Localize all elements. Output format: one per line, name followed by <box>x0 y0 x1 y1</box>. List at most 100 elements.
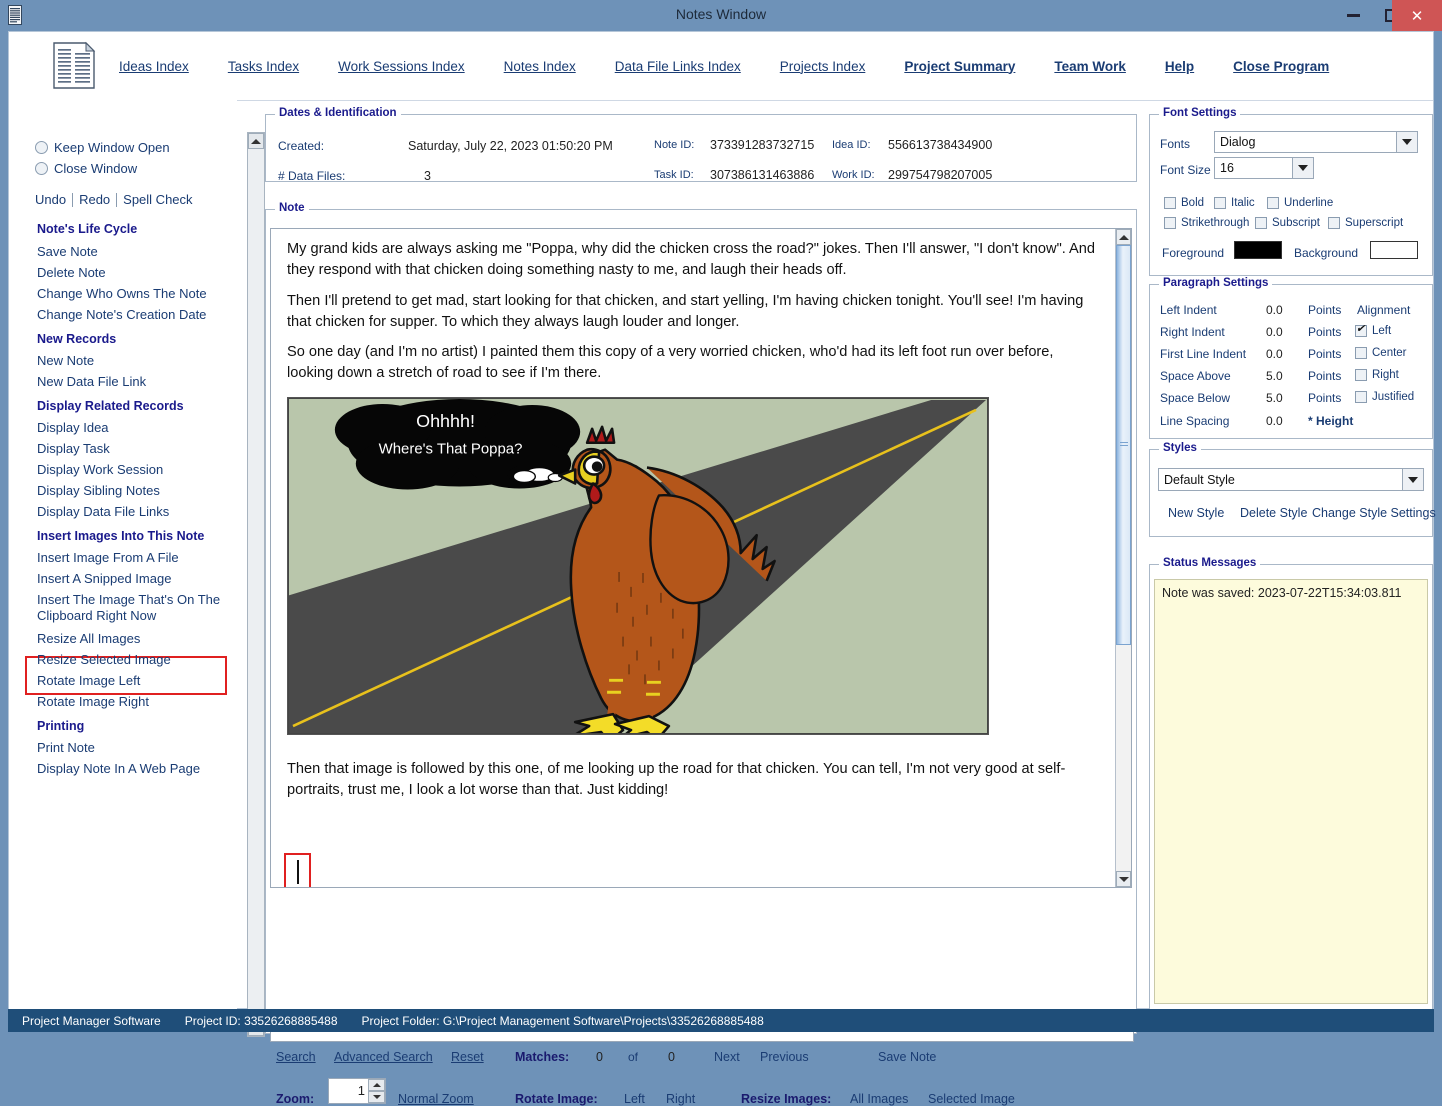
fonts-combo-button[interactable] <box>1396 132 1417 152</box>
nav-item-work-sessions-index[interactable]: Work Sessions Index <box>338 59 465 74</box>
edit-actions-row: Undo Redo Spell Check <box>35 192 199 207</box>
checkbox-underline[interactable]: Underline <box>1267 197 1333 209</box>
fonts-label: Fonts <box>1160 137 1191 151</box>
sidebar-item-save-note[interactable]: Save Note <box>37 244 98 259</box>
sidebar-heading-display-related-records: Display Related Records <box>37 399 184 413</box>
rotate-left-button[interactable]: Left <box>624 1092 645 1106</box>
radio-keep-window-open[interactable]: Keep Window Open <box>35 140 170 155</box>
note-closing-paragraph: Then that image is followed by this one,… <box>287 761 1066 798</box>
sidebar-item-new-note[interactable]: New Note <box>37 353 94 368</box>
worried-chicken-illustration[interactable]: Ohhhh! Where's That Poppa? <box>287 397 989 735</box>
fonts-combo[interactable]: Dialog <box>1214 131 1418 153</box>
note-text-editor[interactable]: My grand kids are always asking me "Popp… <box>270 228 1132 888</box>
radio-close-window[interactable]: Close Window <box>35 161 137 176</box>
sidebar-item-display-work-session[interactable]: Display Work Session <box>37 462 163 477</box>
window-vertical-scrollbar[interactable] <box>247 132 265 1037</box>
new-style-button[interactable]: New Style <box>1168 506 1224 520</box>
zoom-decrease-button[interactable] <box>368 1091 385 1103</box>
sidebar-item-change-who-owns-the-note[interactable]: Change Who Owns The Note <box>37 286 207 301</box>
sidebar-item-rotate-image-right[interactable]: Rotate Image Right <box>37 694 149 709</box>
zoom-stepper-buttons[interactable] <box>368 1079 385 1103</box>
note-scrollbar-thumb[interactable] <box>1116 245 1131 645</box>
checkbox-strikethrough[interactable]: Strikethrough <box>1164 217 1249 229</box>
previous-button[interactable]: Previous <box>760 1050 809 1064</box>
sidebar-item-new-data-file-link[interactable]: New Data File Link <box>37 374 146 389</box>
reset-button[interactable]: Reset <box>451 1050 484 1064</box>
alignment-justified[interactable]: Justified <box>1355 391 1414 403</box>
sidebar-item-insert-clipboard-image[interactable]: Insert The Image That's On The Clipboard… <box>37 592 223 624</box>
resize-images-label: Resize Images: <box>741 1092 832 1106</box>
zoom-increase-button[interactable] <box>368 1079 385 1091</box>
save-note-button[interactable]: Save Note <box>878 1050 936 1064</box>
delete-style-button[interactable]: Delete Style <box>1240 506 1307 520</box>
sidebar-item-resize-all-images[interactable]: Resize All Images <box>37 631 140 646</box>
alignment-center[interactable]: Center <box>1355 347 1407 359</box>
note-scroll-down-button[interactable] <box>1116 871 1131 887</box>
scroll-up-button[interactable] <box>248 133 264 149</box>
sidebar-item-display-data-file-links[interactable]: Display Data File Links <box>37 504 169 519</box>
chevron-up-icon <box>1118 234 1129 240</box>
minimize-icon <box>1346 14 1360 17</box>
space-below-label: Space Below <box>1160 391 1231 405</box>
matches-current: 0 <box>596 1050 603 1064</box>
nav-item-ideas-index[interactable]: Ideas Index <box>119 59 189 74</box>
fonts-value: Dialog <box>1220 135 1256 149</box>
styles-combo[interactable]: Default Style <box>1158 468 1424 491</box>
zoom-stepper[interactable]: 1 <box>328 1078 386 1104</box>
nav-item-data-file-links-index[interactable]: Data File Links Index <box>615 59 741 74</box>
background-color-swatch[interactable] <box>1370 241 1418 259</box>
sidebar-item-change-notes-creation-date[interactable]: Change Note's Creation Date <box>37 307 206 322</box>
sidebar-item-rotate-image-left[interactable]: Rotate Image Left <box>37 673 140 688</box>
sidebar-item-display-idea[interactable]: Display Idea <box>37 420 109 435</box>
sidebar-item-resize-selected-image[interactable]: Resize Selected Image <box>37 652 171 667</box>
sidebar-item-print-note[interactable]: Print Note <box>37 740 95 755</box>
nav-item-tasks-index[interactable]: Tasks Index <box>228 59 299 74</box>
radio-icon <box>35 141 48 154</box>
radio-label: Keep Window Open <box>54 140 170 155</box>
sidebar-item-insert-a-snipped-image[interactable]: Insert A Snipped Image <box>37 571 171 586</box>
matches-label: Matches: <box>515 1050 570 1064</box>
checkbox-bold[interactable]: Bold <box>1164 197 1204 209</box>
normal-zoom-button[interactable]: Normal Zoom <box>398 1092 474 1106</box>
undo-button[interactable]: Undo <box>35 192 72 207</box>
nav-item-help[interactable]: Help <box>1165 59 1194 74</box>
status-messages-area[interactable]: Note was saved: 2023-07-22T15:34:03.811 <box>1154 579 1428 1004</box>
sidebar-item-delete-note[interactable]: Delete Note <box>37 265 106 280</box>
nav-item-close-program[interactable]: Close Program <box>1233 59 1329 74</box>
alignment-left[interactable]: Left <box>1355 323 1391 337</box>
minimize-button[interactable] <box>1332 0 1374 31</box>
note-scroll-up-button[interactable] <box>1116 229 1131 245</box>
note-vertical-scrollbar[interactable] <box>1115 229 1131 887</box>
next-button[interactable]: Next <box>714 1050 740 1064</box>
nav-item-team-work[interactable]: Team Work <box>1054 59 1126 74</box>
sidebar-item-insert-image-from-a-file[interactable]: Insert Image From A File <box>37 550 179 565</box>
selected-image-button[interactable]: Selected Image <box>928 1092 1015 1106</box>
sidebar-item-display-note-in-a-web-page[interactable]: Display Note In A Web Page <box>37 761 200 776</box>
sidebar-item-display-task[interactable]: Display Task <box>37 441 110 456</box>
checkbox-subscript[interactable]: Subscript <box>1255 217 1320 229</box>
styles-combo-button[interactable] <box>1402 469 1423 490</box>
all-images-button[interactable]: All Images <box>850 1092 908 1106</box>
advanced-search-button[interactable]: Advanced Search <box>334 1050 433 1064</box>
nav-item-projects-index[interactable]: Projects Index <box>780 59 866 74</box>
nav-item-project-summary[interactable]: Project Summary <box>904 59 1015 74</box>
redo-button[interactable]: Redo <box>73 192 116 207</box>
checkbox-superscript[interactable]: Superscript <box>1328 217 1403 229</box>
search-button[interactable]: Search <box>276 1050 316 1064</box>
alignment-label-center: Center <box>1372 347 1407 359</box>
nav-item-notes-index[interactable]: Notes Index <box>504 59 576 74</box>
checkbox-icon <box>1255 217 1267 229</box>
zoom-label: Zoom: <box>276 1092 315 1106</box>
note-paragraph-2: Then I'll pretend to get mad, start look… <box>287 293 1084 330</box>
rotate-right-button[interactable]: Right <box>666 1092 695 1106</box>
spell-check-button[interactable]: Spell Check <box>117 192 198 207</box>
alignment-right[interactable]: Right <box>1355 369 1399 381</box>
checkbox-italic[interactable]: Italic <box>1214 197 1255 209</box>
font-size-combo[interactable]: 16 <box>1214 157 1314 179</box>
task-id-value: 307386131463886 <box>710 168 815 182</box>
foreground-color-swatch[interactable] <box>1234 241 1282 259</box>
font-size-combo-button[interactable] <box>1292 158 1313 178</box>
close-button[interactable]: ✕ <box>1392 0 1442 31</box>
change-style-settings-button[interactable]: Change Style Settings <box>1312 506 1436 520</box>
sidebar-item-display-sibling-notes[interactable]: Display Sibling Notes <box>37 483 160 498</box>
